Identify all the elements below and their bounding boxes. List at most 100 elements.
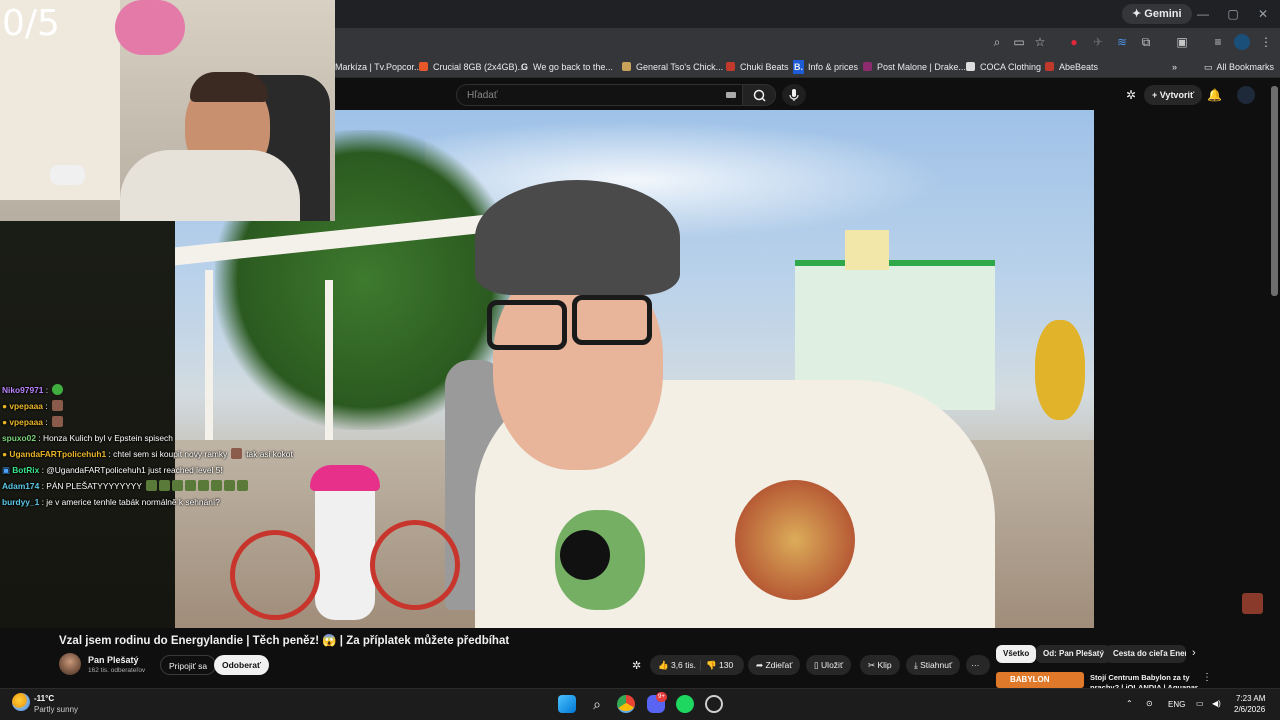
chat-text: je v americe tenhle tabák normálně k seh… <box>46 497 220 507</box>
shirt-print <box>735 480 855 600</box>
emote-icon <box>172 480 184 491</box>
cast-icon[interactable]: ▭ <box>1011 34 1027 50</box>
temperature[interactable]: -11°C <box>34 694 54 704</box>
clip-button[interactable]: ✂ Klip <box>860 655 900 675</box>
menu-dots-icon[interactable]: ⋮ <box>1258 34 1274 50</box>
bookmark-item[interactable]: Chuki Beats <box>726 60 789 74</box>
bookmark-label: Post Malone | Drake... <box>877 62 966 72</box>
tower-shape <box>845 230 889 270</box>
search-input[interactable] <box>457 85 697 106</box>
gear-icon[interactable]: ✲ <box>1126 88 1140 102</box>
puzzle-extensions-icon[interactable]: ⧉ <box>1138 34 1154 50</box>
plus-icon: + <box>1152 90 1160 100</box>
scrollbar[interactable] <box>1271 86 1278 296</box>
share-button[interactable]: ➦ Zdieľať <box>748 655 801 675</box>
streamer-hair <box>190 72 268 102</box>
bookmark-star-icon[interactable]: ☆ <box>1032 34 1048 50</box>
flat-cap <box>475 180 680 295</box>
bookmark-item[interactable]: Crucial 8GB (2x4GB)... <box>419 60 525 74</box>
sparkle-icon: ✦ <box>1132 8 1145 20</box>
volume-icon[interactable]: ◀) <box>1212 699 1221 709</box>
bell-icon[interactable]: 🔔 <box>1207 87 1222 103</box>
ublock-extension-icon[interactable]: ● <box>1066 34 1082 50</box>
chat-message: ● vpepaaa : <box>2 414 382 430</box>
weather-icon[interactable] <box>12 693 30 711</box>
bookmark-item[interactable]: B. Info & prices <box>793 60 858 74</box>
chat-username: Adam174 <box>2 481 40 491</box>
chat-username: BotRix <box>12 465 40 475</box>
like-count[interactable]: 3,6 tis. <box>671 660 696 670</box>
maximize-button[interactable]: ▢ <box>1218 4 1248 24</box>
headphone-case <box>50 165 85 185</box>
start-button[interactable] <box>558 695 576 713</box>
location-icon[interactable]: ⊙ <box>1146 699 1153 709</box>
more-actions-button[interactable]: ··· <box>966 655 990 675</box>
folder-icon: ▭ <box>1204 62 1213 72</box>
extension-icon[interactable]: ✈ <box>1090 34 1106 50</box>
keyboard-icon[interactable] <box>726 92 736 98</box>
save-button[interactable]: ▯ Uložiť <box>806 655 852 675</box>
chat-username: vpepaaa <box>9 417 43 427</box>
windows-taskbar <box>0 688 1280 720</box>
spotify-icon[interactable] <box>676 695 694 713</box>
chat-username: Niko97971 <box>2 385 44 395</box>
bookmark-item[interactable]: Markíza | Tv.Popcor... <box>335 60 422 74</box>
chat-message: ● vpepaaa : <box>2 398 382 414</box>
subscribe-button[interactable]: Odoberať <box>214 655 270 675</box>
media-icon[interactable]: ≡ <box>1210 34 1226 50</box>
profile-avatar[interactable] <box>1234 34 1250 50</box>
bookmark-item[interactable]: General Tso's Chick... <box>622 60 723 74</box>
all-bookmarks[interactable]: ▭ All Bookmarks <box>1204 60 1274 74</box>
voice-search-button[interactable] <box>782 84 806 106</box>
sidepanel-icon[interactable]: ▣ <box>1174 34 1190 50</box>
menu-dots-icon[interactable]: ⋮ <box>1202 672 1212 683</box>
chrome-icon[interactable] <box>617 695 635 713</box>
account-avatar[interactable] <box>1237 86 1255 104</box>
channel-avatar[interactable] <box>59 653 81 675</box>
zoom-icon[interactable]: ⌕ <box>989 34 1005 50</box>
join-button[interactable]: Pripojiť sa <box>160 655 217 675</box>
bookmark-item[interactable]: G We go back to the... <box>521 60 613 74</box>
steam-icon[interactable] <box>705 695 723 713</box>
wave-extension-icon[interactable]: ≋ <box>1114 34 1130 50</box>
close-window-button[interactable]: ✕ <box>1248 4 1278 24</box>
network-icon[interactable]: ▭ <box>1196 699 1204 709</box>
next-video-thumbnail[interactable]: BABYLON LIBEREC <box>996 672 1084 688</box>
thumbs-up-icon[interactable]: 👍 <box>658 660 669 670</box>
search-taskbar-icon[interactable]: ⌕ <box>588 695 606 713</box>
notification-badge: 9+ <box>656 692 667 702</box>
bookmark-item[interactable]: Post Malone | Drake... <box>863 60 966 74</box>
subscriber-count: 162 tis. odberateľov <box>88 667 146 674</box>
clock-date[interactable]: 2/6/2026 <box>1234 705 1265 715</box>
share-label: Zdieľať <box>765 660 793 670</box>
next-video-title-line: Stojí Centrum Babylon za ty <box>1090 673 1190 682</box>
emote-icon <box>159 480 171 491</box>
b-icon: B. <box>793 60 804 74</box>
google-icon: G <box>521 62 529 72</box>
channel-watermark-icon[interactable] <box>1242 593 1263 614</box>
bookmark-item[interactable]: AbeBeats <box>1045 60 1098 74</box>
weather-description[interactable]: Partly sunny <box>34 705 78 715</box>
clock-time[interactable]: 7:23 AM <box>1236 694 1265 704</box>
emote-icon <box>224 480 236 491</box>
bookmark-label: COCA Clothing <box>980 62 1042 72</box>
create-button[interactable]: + Vytvoriť <box>1144 85 1203 105</box>
thumbs-down-icon[interactable]: 👎 <box>706 660 717 670</box>
channel-name[interactable]: Pan Plešatý <box>88 655 139 665</box>
download-button[interactable]: ⤓ Stiahnuť <box>906 655 961 675</box>
chip-related[interactable]: Cesta do cieľa Energ <box>1106 645 1186 663</box>
tray-chevron-up-icon[interactable]: ⌃ <box>1126 699 1133 709</box>
chip-from-channel[interactable]: Od: Pan Plešatý <box>1036 645 1111 663</box>
gear-icon[interactable]: ✲ <box>632 659 646 673</box>
bookmark-item[interactable]: COCA Clothing <box>966 60 1041 74</box>
language-indicator[interactable]: ENG <box>1168 700 1185 710</box>
chip-all[interactable]: Všetko <box>996 645 1037 663</box>
minimize-button[interactable]: — <box>1188 4 1218 24</box>
streamer-shirt <box>120 150 300 221</box>
search-button[interactable] <box>742 84 776 106</box>
gemini-button[interactable]: ✦ Gemini <box>1122 4 1192 24</box>
bookmarks-overflow-chevron-icon[interactable]: » <box>1172 60 1177 74</box>
chat-text: Honza Kulich byl v Epstein spisech <box>42 433 173 443</box>
chevron-right-icon[interactable]: › <box>1192 647 1196 659</box>
chat-text: @UgandaFARTpolicehuh1 just reached level… <box>46 465 223 475</box>
